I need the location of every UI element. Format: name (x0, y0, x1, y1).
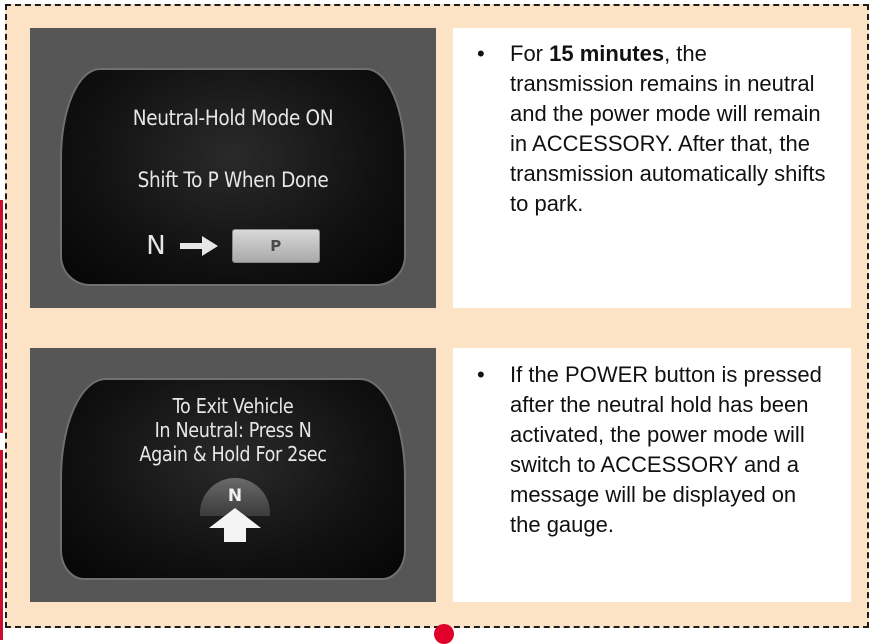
shift-from-gear: N (146, 231, 166, 261)
edge-marks (0, 200, 4, 640)
display-screen: To Exit Vehicle In Neutral: Press N Agai… (60, 378, 406, 580)
description-bold-duration: 15 minutes (549, 41, 665, 66)
shift-to-gear: P (270, 237, 282, 255)
display-line-2: Shift To P When Done (137, 168, 329, 192)
display-line-1: To Exit Vehicle (172, 394, 294, 418)
edge-mark-bottom (0, 450, 3, 640)
neutral-hold-display-image: Neutral-Hold Mode ON Shift To P When Don… (30, 28, 436, 308)
neutral-hold-panel: Neutral-Hold Mode ON Shift To P When Don… (30, 28, 851, 308)
arrow-right-icon (179, 236, 218, 256)
shift-indicator: N P (62, 228, 404, 264)
display-line-2: In Neutral: Press N (154, 418, 312, 442)
park-gear-box: P (231, 229, 320, 263)
edge-mark-top (0, 200, 3, 433)
bullet-marker: • (477, 41, 485, 66)
bullet-marker: • (477, 362, 485, 387)
description-text: If the POWER button is pressed after the… (510, 362, 822, 537)
exit-vehicle-panel: To Exit Vehicle In Neutral: Press N Agai… (30, 348, 851, 602)
display-line-3: Again & Hold For 2sec (139, 442, 327, 466)
description-rest: , the transmission remains in neutral an… (510, 41, 826, 216)
description-prefix: For (510, 41, 543, 66)
description-text: For 15 minutes, the transmission remains… (510, 39, 828, 219)
neutral-hold-description: • For 15 minutes, the transmission remai… (453, 28, 851, 308)
exit-vehicle-description: • If the POWER button is pressed after t… (453, 348, 851, 602)
gauge-gear-label: N (227, 486, 243, 506)
display-line-1: Neutral-Hold Mode ON (132, 106, 334, 130)
exit-vehicle-display-image: To Exit Vehicle In Neutral: Press N Agai… (30, 348, 436, 602)
red-marker-dot (434, 624, 454, 644)
up-arrow-icon (209, 508, 261, 542)
display-screen: Neutral-Hold Mode ON Shift To P When Don… (60, 68, 406, 286)
